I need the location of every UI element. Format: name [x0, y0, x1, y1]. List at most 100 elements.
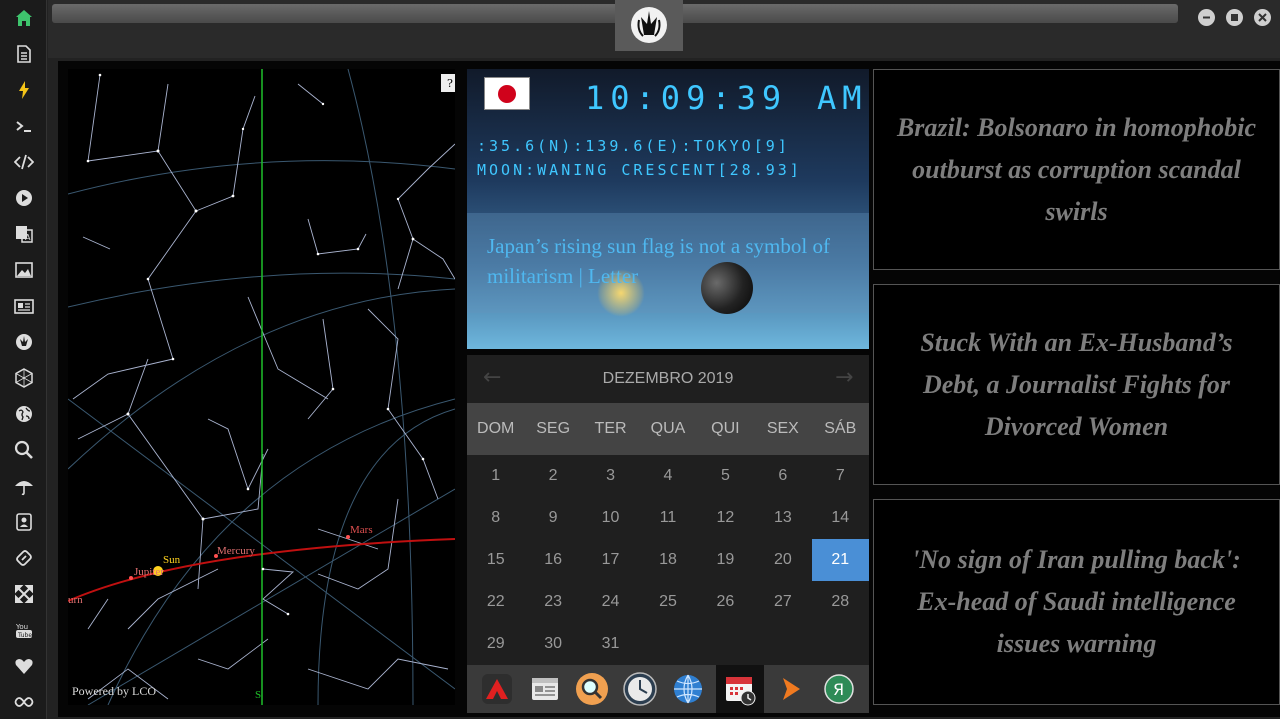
calendar-day[interactable]: 31 — [582, 623, 639, 665]
clock-headline-link[interactable]: Japan’s rising sun flag is not a symbol … — [487, 231, 857, 291]
svg-text:Tube: Tube — [17, 632, 32, 639]
minimize-button[interactable] — [1198, 9, 1215, 26]
calendar-day[interactable]: 28 — [812, 581, 869, 623]
sky-map[interactable]: Mars Sun Mercury Jupiter urn S ? Powered… — [68, 69, 455, 705]
logo-tab[interactable] — [615, 0, 683, 51]
calendar-widget: ← DEZEMBRO 2019 → DOM SEG TER QUA QUI SE… — [467, 355, 869, 665]
calendar-day[interactable]: 8 — [467, 497, 524, 539]
calendar-day[interactable]: 12 — [697, 497, 754, 539]
compass-south-label: S — [255, 689, 261, 701]
globe-icon[interactable] — [11, 401, 37, 427]
maximize-button[interactable] — [1226, 9, 1243, 26]
calendar-day[interactable]: 14 — [812, 497, 869, 539]
maximize-icon — [1231, 14, 1238, 21]
news-card-1[interactable]: Brazil: Bolsonaro in homophobic outburst… — [873, 69, 1280, 270]
weekday-label: TER — [594, 420, 627, 437]
top-bar — [48, 0, 1280, 58]
newspaper-icon[interactable] — [11, 293, 37, 319]
calendar-day[interactable]: 20 — [754, 539, 811, 581]
news-card-3[interactable]: 'No sign of Iran pulling back': Ex-head … — [873, 499, 1280, 705]
app-dock: Я — [467, 665, 869, 713]
code-icon[interactable] — [11, 149, 37, 175]
translate-icon[interactable]: A — [11, 221, 37, 247]
calendar-day[interactable]: 2 — [524, 455, 581, 497]
calendar-day[interactable]: 13 — [754, 497, 811, 539]
next-month-arrow-icon[interactable]: → — [835, 365, 853, 390]
close-button[interactable] — [1254, 9, 1271, 26]
infinity-icon[interactable] — [11, 689, 37, 715]
help-button[interactable]: ? — [441, 74, 455, 92]
calendar-day[interactable]: 29 — [467, 623, 524, 665]
heart-icon[interactable] — [11, 653, 37, 679]
calendar-month-title: DEZEMBRO 2019 — [602, 370, 734, 387]
hexagon-network-icon[interactable] — [11, 365, 37, 391]
calendar-day[interactable]: 11 — [639, 497, 696, 539]
yandex-app-icon[interactable]: Я — [819, 669, 859, 709]
japan-flag-icon[interactable] — [484, 77, 530, 110]
calendar-day[interactable]: 15 — [467, 539, 524, 581]
calendar-day[interactable]: 9 — [524, 497, 581, 539]
document-icon[interactable] — [11, 41, 37, 67]
umbrella-icon[interactable] — [11, 473, 37, 499]
weekday-label: SEG — [536, 420, 571, 437]
image-icon[interactable] — [11, 257, 37, 283]
youtube-icon[interactable]: You Tube — [11, 617, 37, 643]
desktop-app: A You Tube Mars Sun Mercury Jupiter urn … — [0, 0, 1280, 719]
calendar-day[interactable]: 5 — [697, 455, 754, 497]
home-icon[interactable] — [11, 5, 37, 31]
calendar-day-grid: 1 2 3 4 5 6 7 8 9 10 11 12 13 14 15 16 17 18 19 20 21 22 23 24 2… — [467, 455, 869, 665]
lightning-icon[interactable] — [11, 77, 37, 103]
calendar-day[interactable]: 10 — [582, 497, 639, 539]
link-icon[interactable] — [11, 545, 37, 571]
clock-ampm: AM — [817, 79, 868, 117]
calendar-day[interactable]: 17 — [582, 539, 639, 581]
contacts-icon[interactable] — [11, 509, 37, 535]
calendar-day[interactable]: 27 — [754, 581, 811, 623]
planet-label-mercury: Mercury — [217, 545, 255, 557]
news-app-icon[interactable] — [525, 669, 565, 709]
calendar-day[interactable]: 16 — [524, 539, 581, 581]
clock-app-icon[interactable] — [620, 669, 660, 709]
play-icon[interactable] — [11, 185, 37, 211]
calendar-weekday-header: DOM SEG TER QUA QUI SEX SÁB — [467, 403, 869, 455]
globe-app-icon[interactable] — [668, 669, 708, 709]
planet-label-sun: Sun — [163, 554, 181, 566]
arrow-up-app-icon[interactable] — [477, 669, 517, 709]
calendar-day[interactable]: 23 — [524, 581, 581, 623]
calendar-day[interactable]: 25 — [639, 581, 696, 623]
calendar-day[interactable]: 7 — [812, 455, 869, 497]
calendar-day[interactable]: 30 — [524, 623, 581, 665]
expand-icon[interactable] — [11, 581, 37, 607]
sidebar: A You Tube — [0, 0, 47, 719]
calendar-day[interactable]: 18 — [639, 539, 696, 581]
news-card-2[interactable]: Stuck With an Ex-Husband’s Debt, a Journ… — [873, 284, 1280, 485]
minimize-icon — [1203, 16, 1210, 19]
calendar-day[interactable]: 1 — [467, 455, 524, 497]
terminal-icon[interactable] — [11, 113, 37, 139]
calendar-day[interactable]: 6 — [754, 455, 811, 497]
planet-label-mars: Mars — [350, 524, 373, 536]
calendar-day[interactable]: 26 — [697, 581, 754, 623]
location-coordinates: :35.6(N):139.6(E):TOKYO[9] — [477, 137, 790, 155]
calendar-nav: ← DEZEMBRO 2019 → — [467, 355, 869, 403]
news-headline: 'No sign of Iran pulling back': Ex-head … — [912, 545, 1241, 658]
search-icon[interactable] — [11, 437, 37, 463]
calendar-day-selected[interactable]: 21 — [811, 539, 869, 581]
planet-label-saturn: urn — [68, 594, 83, 606]
news-headline: Brazil: Bolsonaro in homophobic outburst… — [896, 112, 1257, 226]
calendar-app-icon[interactable] — [715, 665, 764, 713]
search-app-icon[interactable] — [572, 669, 612, 709]
play-arrow-app-icon[interactable] — [771, 669, 811, 709]
calendar-day[interactable]: 22 — [467, 581, 524, 623]
svg-text:You: You — [15, 623, 28, 631]
calendar-day[interactable]: 24 — [582, 581, 639, 623]
calendar-day[interactable]: 19 — [697, 539, 754, 581]
rebel-alliance-icon[interactable] — [11, 329, 37, 355]
calendar-day[interactable]: 4 — [639, 455, 696, 497]
calendar-day[interactable]: 3 — [582, 455, 639, 497]
powered-by-label: Powered by LCO — [72, 684, 156, 698]
svg-text:Я: Я — [833, 680, 844, 699]
weekday-label: DOM — [477, 420, 515, 437]
star-chart: Mars Sun Mercury Jupiter urn S — [68, 69, 455, 705]
weekday-label: SÁB — [824, 420, 857, 437]
